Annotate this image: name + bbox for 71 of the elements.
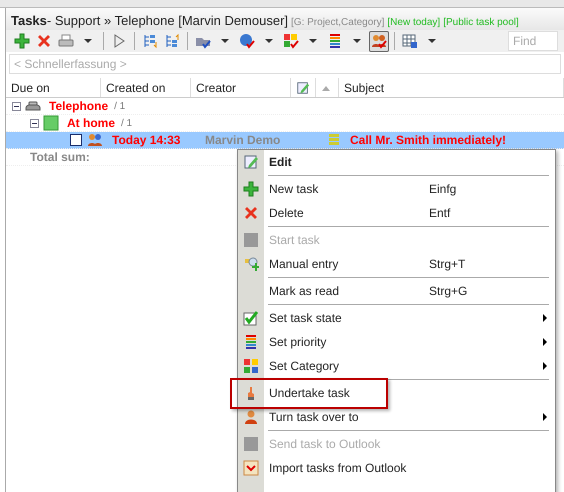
group-count: / 1 bbox=[121, 116, 132, 130]
menu-item[interactable]: Manual entry Strg+T bbox=[238, 252, 555, 276]
filter-label: [Public task pool] bbox=[443, 16, 519, 30]
shortcut-label: Einfg bbox=[429, 181, 456, 198]
caret-icon bbox=[353, 39, 361, 43]
collapse-toggle[interactable] bbox=[30, 118, 39, 128]
plus-icon bbox=[14, 33, 30, 49]
task-subject: Call Mr. Smith immediately! bbox=[350, 132, 506, 149]
caret-icon bbox=[309, 39, 317, 43]
group-count: / 1 bbox=[114, 100, 126, 114]
column-header[interactable]: Due on bbox=[6, 78, 101, 97]
toolbar-button[interactable] bbox=[369, 30, 389, 52]
menu-item[interactable]: Import tasks from Outlook bbox=[238, 456, 555, 480]
people-icon bbox=[371, 33, 387, 49]
search-field[interactable]: Find bbox=[508, 31, 558, 51]
printer-icon bbox=[58, 33, 74, 49]
menu-item[interactable]: Set task state bbox=[238, 306, 555, 330]
menu-item[interactable]: Edit bbox=[238, 150, 555, 174]
task-checkbox[interactable] bbox=[70, 134, 82, 146]
shortcut-label: Strg+G bbox=[429, 283, 468, 300]
grid-icon bbox=[402, 33, 418, 49]
sort-arrow-icon bbox=[321, 84, 331, 92]
import-icon bbox=[243, 460, 259, 476]
column-header[interactable]: Subject bbox=[339, 78, 564, 97]
caret-icon bbox=[265, 39, 273, 43]
priority-icon bbox=[327, 33, 343, 49]
group-label: At home bbox=[67, 115, 115, 132]
menu-item[interactable]: Set Category bbox=[238, 354, 555, 378]
breadcrumb-path: - Support » Telephone [Marvin Demouser] bbox=[46, 12, 288, 30]
grouping-label: [G: Project,Category] bbox=[291, 16, 384, 30]
total-sum-label: Total sum: bbox=[30, 149, 90, 166]
clock-add-icon bbox=[243, 256, 259, 272]
menu-item[interactable]: New task Einfg bbox=[238, 177, 555, 201]
category-icon bbox=[43, 115, 59, 131]
menu-item[interactable]: Undertake task bbox=[238, 381, 555, 405]
creator-cell-text: Marvin Demo bbox=[204, 132, 282, 149]
caret-icon bbox=[221, 39, 229, 43]
menu-item[interactable]: Set priority bbox=[238, 330, 555, 354]
delete-icon bbox=[243, 205, 259, 221]
edit-icon bbox=[243, 154, 259, 170]
priority-icon bbox=[243, 334, 259, 350]
caret-icon bbox=[84, 39, 92, 43]
shortcut-label: Entf bbox=[429, 205, 450, 222]
caret-icon bbox=[428, 39, 436, 43]
tree-icon bbox=[164, 33, 180, 49]
quick-entry-field[interactable]: < Schnellerfassung > bbox=[9, 54, 561, 74]
filter-label: [New today] bbox=[387, 16, 440, 30]
globe-check-icon bbox=[239, 33, 255, 49]
shortcut-label: Strg+T bbox=[429, 256, 466, 273]
priority-icon bbox=[326, 132, 342, 148]
menu-item[interactable]: Turn task over to bbox=[238, 405, 555, 429]
delete-icon bbox=[36, 33, 52, 49]
column-header[interactable]: Creator bbox=[191, 78, 291, 97]
due-date: Today 14:33 bbox=[112, 132, 182, 149]
menu-item[interactable]: Delete Entf bbox=[238, 201, 555, 225]
group-label: Telephone bbox=[49, 98, 108, 115]
check-icon bbox=[243, 310, 259, 326]
category-icon bbox=[243, 358, 259, 374]
plus-icon bbox=[243, 181, 259, 197]
toolbar-button[interactable] bbox=[12, 30, 32, 52]
edit-icon bbox=[296, 80, 310, 96]
menu-item[interactable]: Mark as read Strg+G bbox=[238, 279, 555, 303]
window-title: Tasks bbox=[11, 12, 47, 30]
person-icon bbox=[243, 409, 259, 425]
blank-icon bbox=[243, 232, 259, 248]
people-icon bbox=[87, 132, 103, 148]
category-icon bbox=[283, 33, 299, 49]
blank-icon bbox=[243, 436, 259, 452]
column-header[interactable]: Created on bbox=[101, 78, 191, 97]
collapse-toggle[interactable] bbox=[12, 102, 21, 110]
tree-icon bbox=[142, 33, 158, 49]
